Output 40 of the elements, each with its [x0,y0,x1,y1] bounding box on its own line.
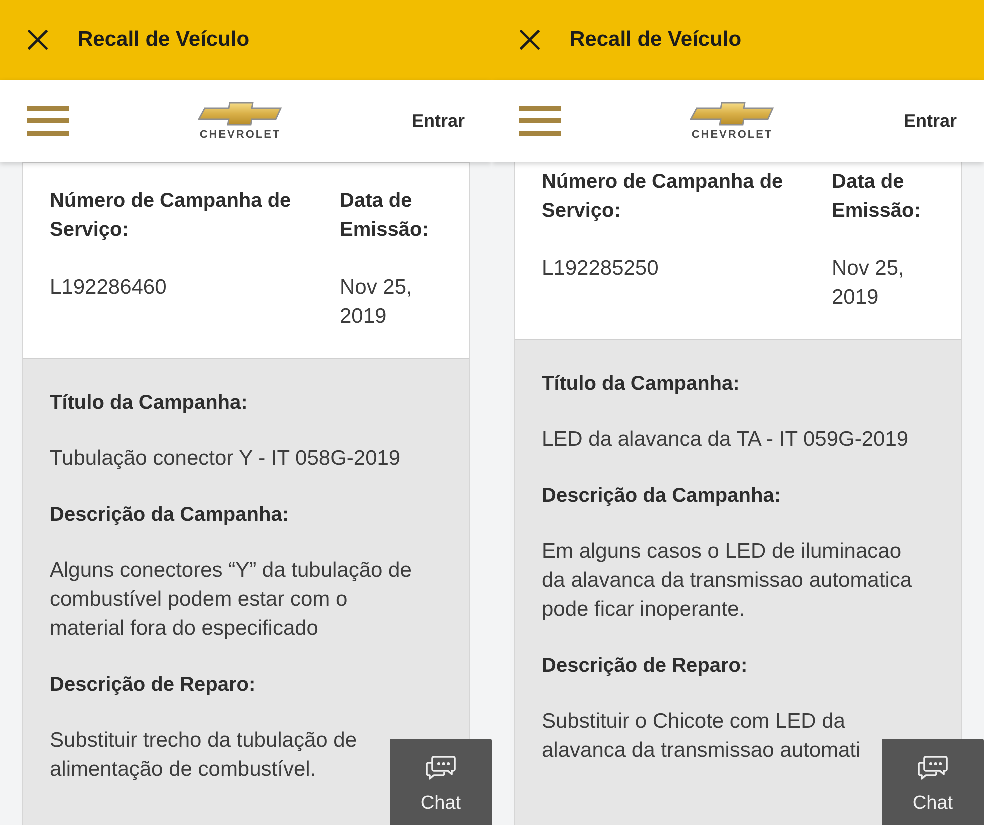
field-value: Substituir trecho da tubulação de alimentação de combustível. [50,728,358,783]
chat-button[interactable]: Chat [882,739,984,825]
field-value: L192285250 [542,256,660,282]
menu-icon [27,106,69,136]
field-label: Descrição da Campanha: [50,503,290,528]
bowtie-logo-icon [690,102,774,126]
field-label: Data de Emissão: [832,170,922,224]
field-label: Descrição de Reparo: [542,654,749,679]
field-value: LED da alavanca da TA - IT 059G-2019 [542,427,910,453]
bowtie-logo-icon [198,102,282,126]
field-value: Nov 25, 2019 [340,275,414,330]
field-value: Nov 25, 2019 [832,256,906,311]
logo-wordmark: CHEVROLET [692,128,774,140]
field-value: Em alguns casos o LED de iluminacao da alavanca da transmissao automatica pode ficar inoperante. [542,539,914,623]
field-label: Descrição de Reparo: [50,673,257,698]
field-label: Título da Campanha: [50,391,249,416]
screen-title: Recall de Veículo [78,27,250,53]
menu-button[interactable] [519,106,561,136]
field-label: Número de Campanha de Serviço: [542,170,784,224]
field-value: Substituir o Chicote com LED da alavanca da transmissao automati [542,709,862,764]
field-value: L192286460 [50,275,168,301]
login-link[interactable]: Entrar [904,109,957,133]
chat-button[interactable]: Chat [390,739,492,825]
close-icon [520,30,540,50]
field-label: Descrição da Campanha: [542,484,782,509]
field-value: Alguns conectores “Y” da tubulação de combustível podem estar com o material fora do especificado [50,558,413,642]
close-button[interactable] [28,30,48,50]
field-label: Número de Campanha de Serviço: [50,189,292,243]
login-link[interactable]: Entrar [412,109,465,133]
menu-button[interactable] [27,106,69,136]
menu-icon [519,106,561,136]
screen-title: Recall de Veículo [570,27,742,53]
field-label: Data de Emissão: [340,189,430,243]
chat-bubbles-icon [426,756,456,780]
logo-wordmark: CHEVROLET [200,128,282,140]
field-label: Título da Campanha: [542,372,741,397]
field-value: Tubulação conector Y - IT 058G-2019 [50,446,402,472]
chat-bubbles-icon [918,756,948,780]
close-button[interactable] [520,30,540,50]
close-icon [28,30,48,50]
